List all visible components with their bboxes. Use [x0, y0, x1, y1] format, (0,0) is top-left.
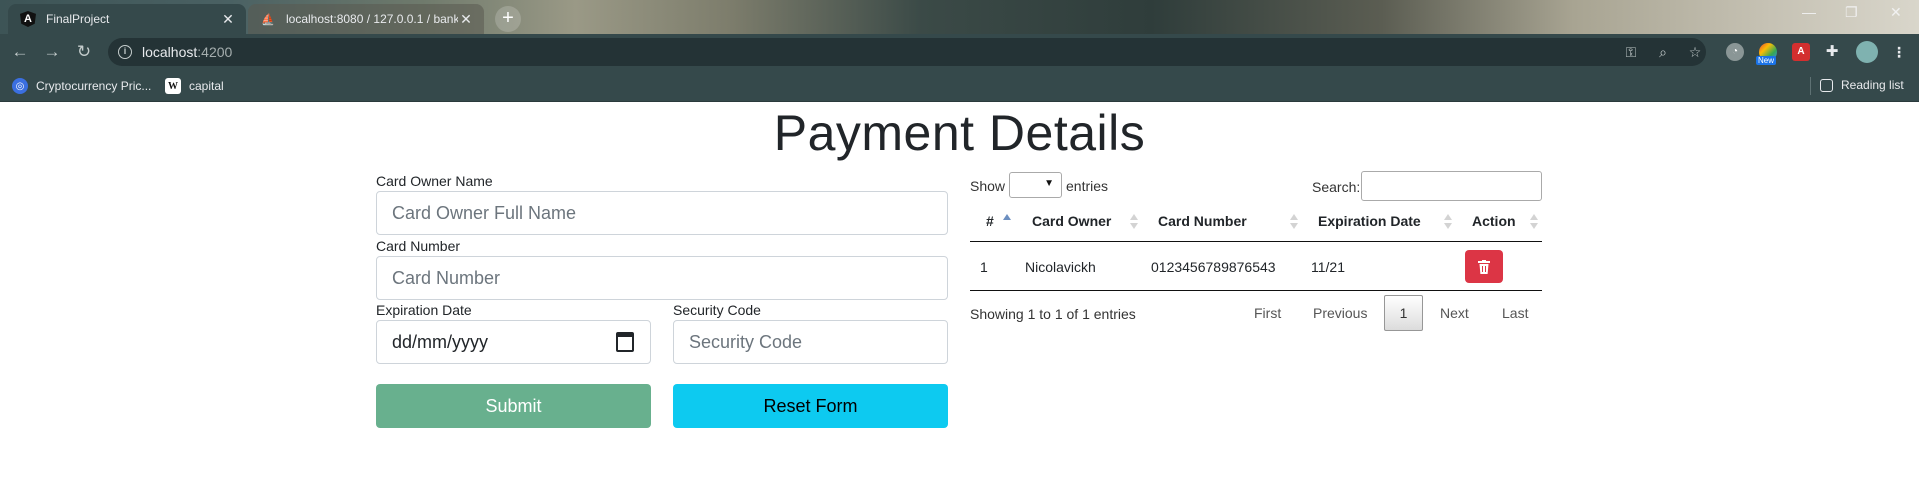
puzzle-extensions-icon[interactable]: ✚ [1823, 43, 1841, 61]
table-footer-divider [970, 290, 1542, 291]
key-icon[interactable]: ⚿ [1623, 44, 1639, 60]
sort-asc-icon[interactable] [1003, 212, 1011, 232]
page-title: Payment Details [773, 105, 1146, 161]
tab-close-icon[interactable]: ✕ [458, 11, 474, 28]
pagination-current-page[interactable]: 1 [1384, 295, 1423, 331]
table-info: Showing 1 to 1 of 1 entries [970, 306, 1136, 322]
tab-title: localhost:8080 / 127.0.0.1 / bank [286, 12, 458, 26]
zoom-icon[interactable]: ⌕ [1655, 44, 1671, 60]
browser-toolbar: ← → ↻ i localhost:4200 ⚿ ⌕ ☆ ◔ New A ✚ ⋮ [0, 34, 1919, 70]
table-search-input[interactable] [1361, 171, 1542, 201]
cell-expiration: 11/21 [1311, 259, 1345, 275]
address-bar[interactable]: i localhost:4200 ⚿ ⌕ ☆ [108, 38, 1706, 66]
back-arrow-icon[interactable]: ← [10, 42, 30, 62]
pagination-previous[interactable]: Previous [1313, 305, 1367, 321]
column-header-expiration[interactable]: Expiration Date [1318, 213, 1421, 229]
window-close-icon[interactable]: ✕ [1890, 4, 1902, 21]
extension-gauge-icon[interactable]: ◔ [1726, 43, 1744, 61]
reading-list-button[interactable]: Reading list [1820, 78, 1904, 92]
pagination-first[interactable]: First [1254, 305, 1281, 321]
column-header-owner[interactable]: Card Owner [1032, 213, 1111, 229]
bookmark-label: capital [189, 79, 224, 93]
owner-name-input[interactable]: Card Owner Full Name [376, 191, 948, 235]
expiry-date-input[interactable]: dd/mm/yyyy [376, 320, 651, 364]
sort-icon[interactable] [1530, 212, 1538, 232]
calendar-icon[interactable] [616, 332, 634, 352]
angular-favicon-icon: A [20, 11, 36, 27]
bookmark-label: Cryptocurrency Pric... [36, 79, 152, 93]
reading-list-label: Reading list [1841, 78, 1904, 92]
browser-tab-strip: A FinalProject ✕ ⛵ localhost:8080 / 127.… [0, 0, 1919, 34]
angular-extension-icon[interactable]: A [1792, 43, 1810, 61]
security-label: Security Code [673, 302, 761, 318]
cell-index: 1 [980, 259, 988, 275]
card-number-label: Card Number [376, 238, 461, 254]
pagination-last[interactable]: Last [1502, 305, 1528, 321]
new-tab-button[interactable]: + [495, 6, 521, 32]
pagination-next[interactable]: Next [1440, 305, 1469, 321]
bookmark-separator [1810, 77, 1811, 95]
bookmarks-bar: ◎ Cryptocurrency Pric... W capital Readi… [0, 70, 1919, 102]
bookmark-star-icon[interactable]: ☆ [1687, 44, 1703, 60]
delete-row-button[interactable] [1465, 250, 1503, 283]
column-header-action[interactable]: Action [1472, 213, 1516, 229]
profile-avatar-icon[interactable] [1856, 41, 1878, 63]
tab-close-icon[interactable]: ✕ [220, 11, 236, 28]
chevron-down-icon: ▼ [1044, 178, 1054, 189]
bookmark-cryptocurrency[interactable]: ◎ Cryptocurrency Pric... [12, 78, 151, 94]
show-label: Show [970, 178, 1006, 194]
cell-owner: Nicolavickh [1025, 259, 1096, 275]
tab-phpmyadmin[interactable]: ⛵ localhost:8080 / 127.0.0.1 / bank ✕ [248, 4, 484, 34]
column-header-number[interactable]: Card Number [1158, 213, 1247, 229]
search-label: Search: [1312, 179, 1361, 195]
tab-finalproject[interactable]: A FinalProject ✕ [8, 4, 246, 34]
restore-icon[interactable]: ❐ [1845, 4, 1858, 21]
security-code-input[interactable]: Security Code [673, 320, 948, 364]
owner-label: Card Owner Name [376, 173, 493, 189]
site-info-icon[interactable]: i [118, 45, 132, 59]
cell-card-number: 0123456789876543 [1151, 259, 1276, 275]
trash-icon [1478, 259, 1490, 274]
url-text: localhost:4200 [142, 44, 233, 60]
menu-dots-icon[interactable]: ⋮ [1890, 43, 1908, 61]
coin-icon: ◎ [12, 78, 28, 94]
reading-list-icon [1820, 78, 1833, 92]
entries-label: entries [1066, 178, 1109, 194]
minimize-icon[interactable]: — [1802, 4, 1816, 20]
wikipedia-icon: W [165, 78, 181, 94]
sort-icon[interactable] [1444, 212, 1452, 232]
bookmark-capital[interactable]: W capital [165, 78, 224, 94]
column-header-index[interactable]: # [986, 213, 994, 229]
submit-button[interactable]: Submit [376, 384, 651, 428]
sort-icon[interactable] [1130, 212, 1138, 232]
sort-icon[interactable] [1290, 212, 1298, 232]
expiry-label: Expiration Date [376, 302, 472, 318]
phpmyadmin-favicon-icon: ⛵ [261, 13, 275, 26]
new-badge: New [1756, 56, 1777, 65]
forward-arrow-icon[interactable]: → [42, 42, 62, 62]
reset-form-button[interactable]: Reset Form [673, 384, 948, 428]
table-header-divider [970, 241, 1542, 242]
card-number-input[interactable]: Card Number [376, 256, 948, 300]
tab-title: FinalProject [46, 12, 110, 26]
entries-per-page-select[interactable]: ▼ [1009, 172, 1062, 198]
reload-icon[interactable]: ↻ [74, 42, 94, 62]
expiry-value: dd/mm/yyyy [392, 331, 489, 352]
